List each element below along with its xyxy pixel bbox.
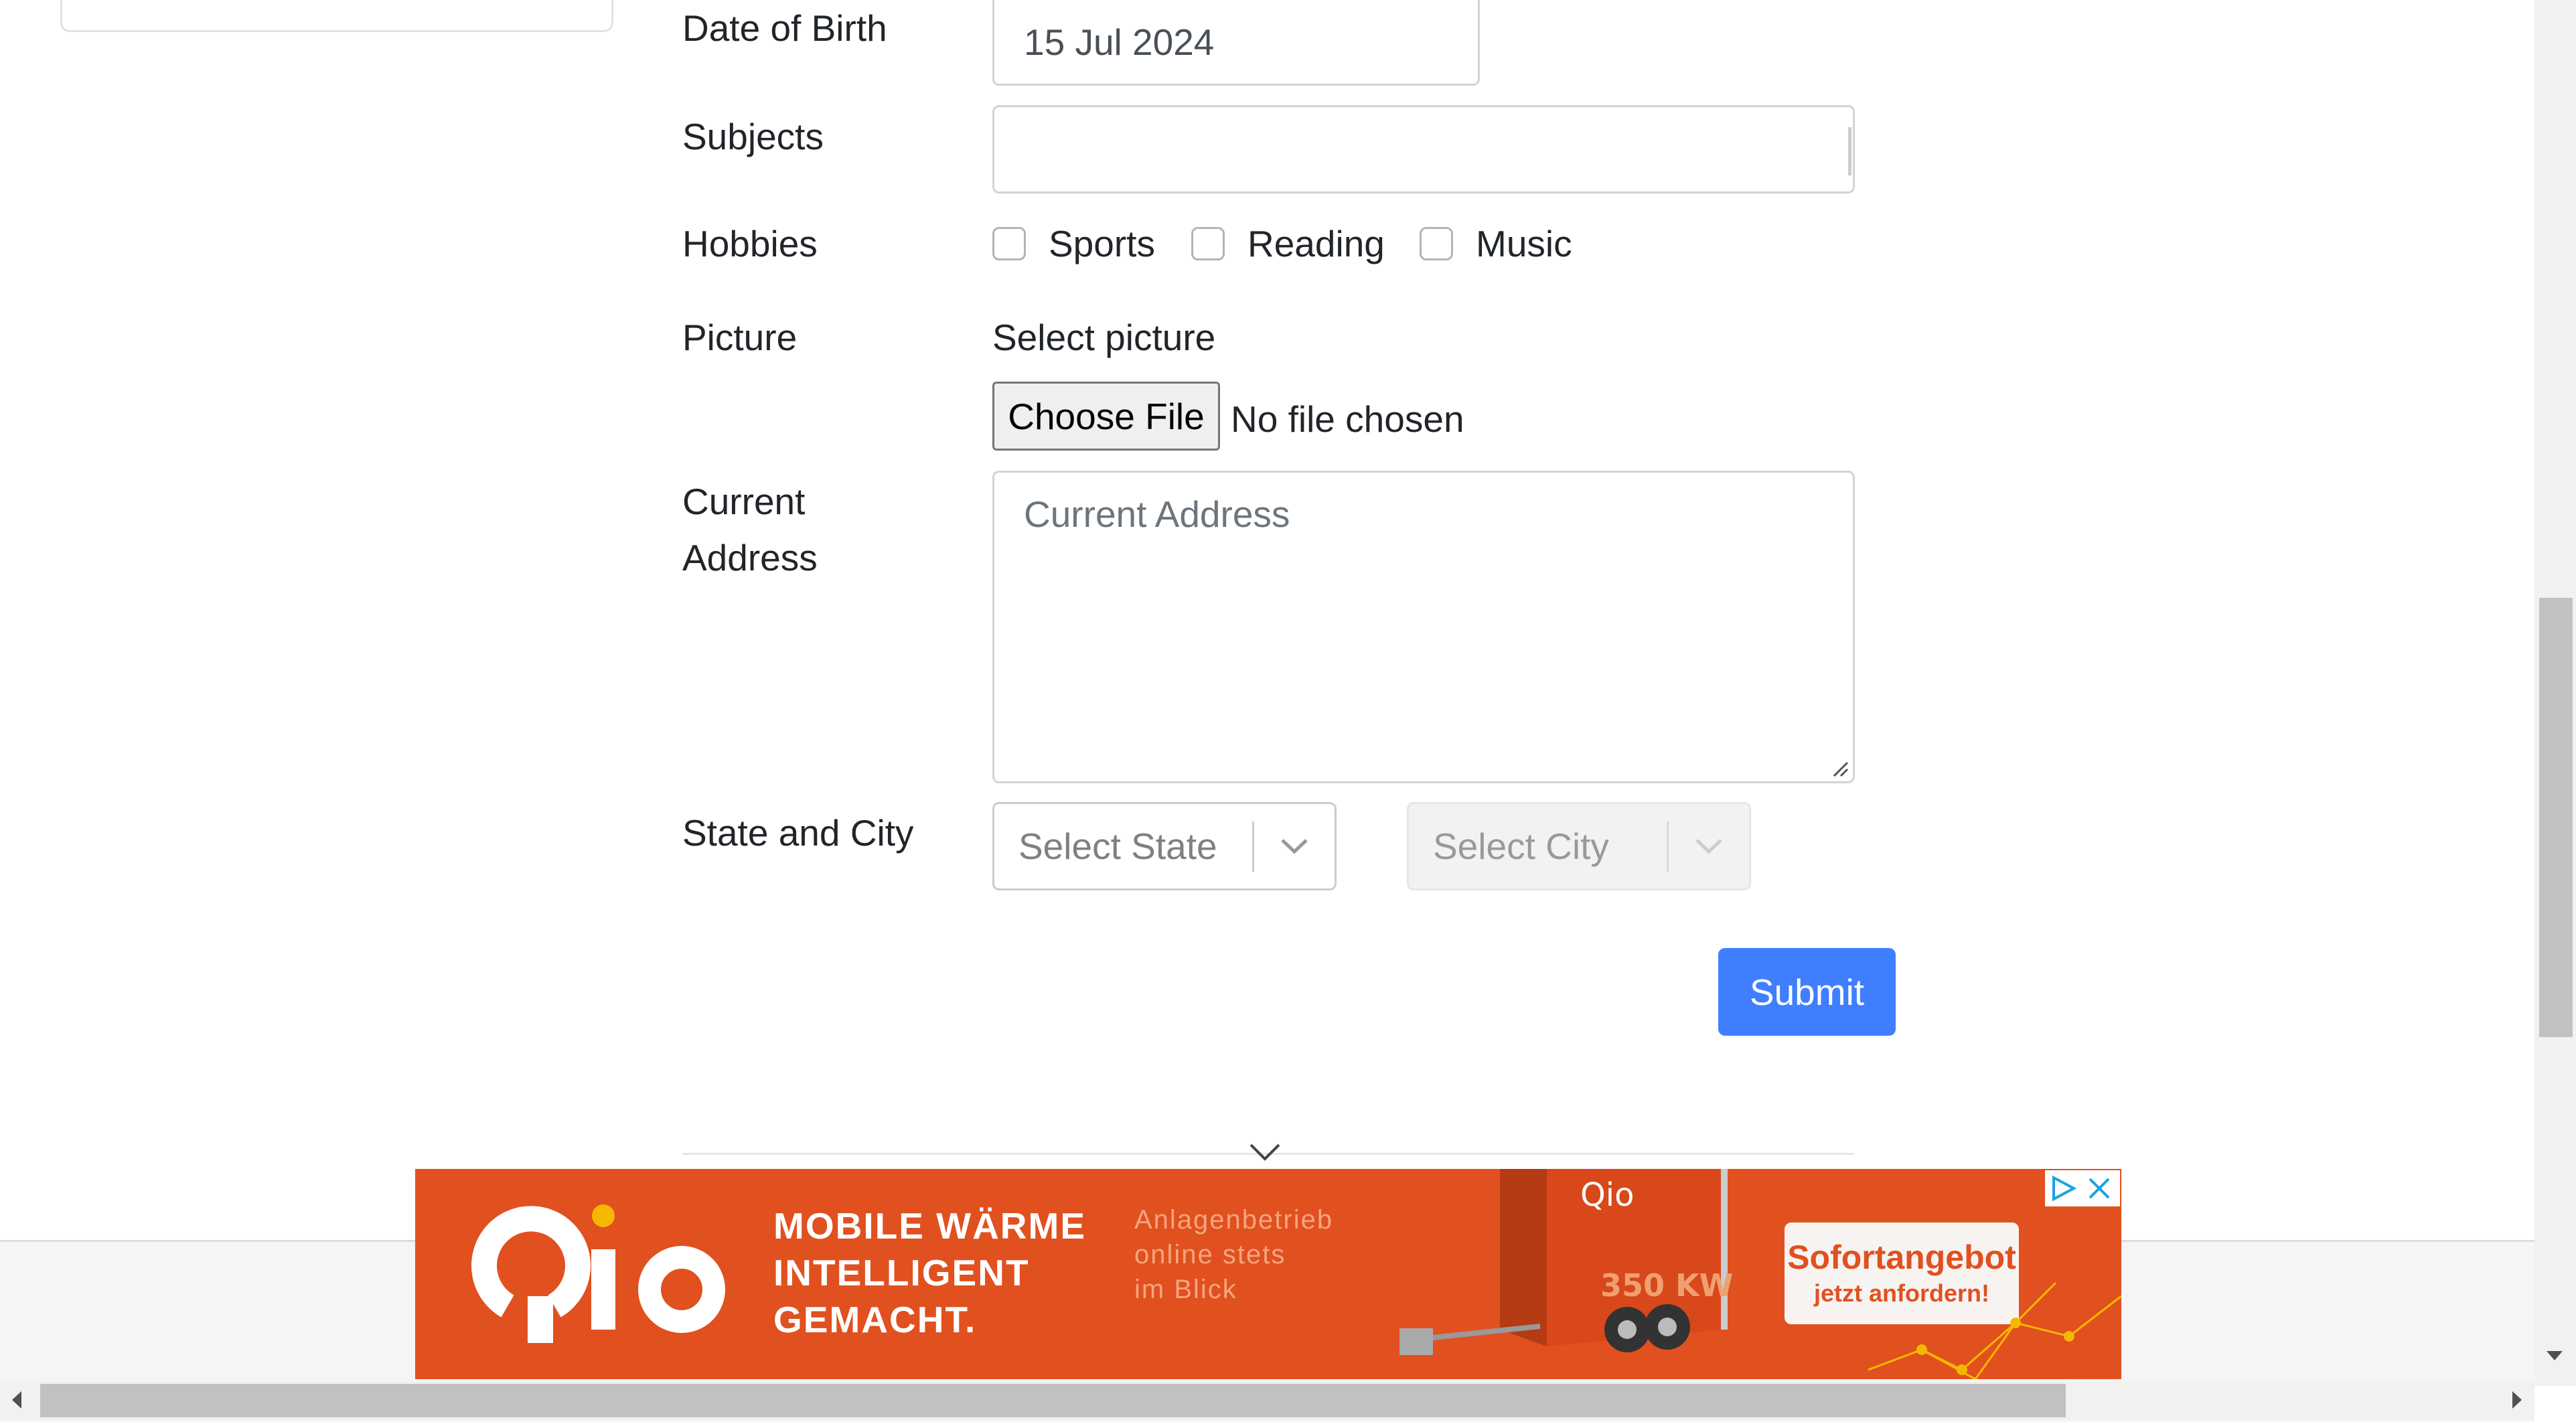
hobby-sports-label[interactable]: Sports [1049, 222, 1155, 265]
trailer-power-text: 350 KW [1600, 1267, 1733, 1304]
checkbox-box[interactable] [1191, 227, 1225, 260]
chevron-down-icon[interactable] [1254, 804, 1335, 888]
subjects-indicator [1848, 127, 1851, 175]
state-city-label: State and City [682, 812, 914, 854]
subjects-input[interactable] [992, 105, 1855, 193]
city-placeholder: Select City [1433, 825, 1609, 867]
file-status-text: No file chosen [1231, 398, 1464, 440]
ad-subline: Anlagenbetrieb online stets im Blick [1134, 1202, 1333, 1307]
state-select[interactable]: Select State [992, 802, 1337, 890]
hobbies-label: Hobbies [682, 223, 818, 264]
subjects-label: Subjects [682, 116, 824, 157]
scroll-left-arrow-icon[interactable] [9, 1389, 24, 1411]
chevron-down-icon[interactable] [1669, 804, 1749, 888]
checkbox-box[interactable] [992, 227, 1026, 260]
hobby-reading-label[interactable]: Reading [1247, 222, 1385, 265]
ad-choices-badge[interactable] [2045, 1170, 2120, 1206]
qio-logo-icon [471, 1204, 725, 1343]
vertical-scrollbar-thumb[interactable] [2539, 598, 2573, 1037]
ad-headline-line: INTELLIGENT [773, 1252, 1030, 1293]
ad-headline-line: MOBILE WÄRME [773, 1205, 1087, 1247]
ad-subline-line: online stets [1134, 1240, 1286, 1269]
ad-subline-line: im Blick [1134, 1275, 1237, 1304]
sidebar-panel [60, 0, 613, 32]
current-address-label-line2: Address [682, 537, 818, 578]
choose-file-button[interactable]: Choose File [992, 382, 1220, 451]
picture-label: Picture [682, 317, 798, 358]
trailer-brand-text: Qio [1580, 1176, 1634, 1214]
horizontal-scrollbar-thumb[interactable] [40, 1384, 2066, 1417]
hobby-reading-checkbox[interactable]: Reading [1191, 216, 1385, 272]
submit-button[interactable]: Submit [1718, 948, 1896, 1036]
state-placeholder: Select State [1018, 825, 1217, 867]
current-address-textarea[interactable]: Current Address [992, 471, 1855, 783]
ad-subline-line: Anlagenbetrieb [1134, 1205, 1334, 1235]
select-picture-text: Select picture [992, 317, 1216, 358]
adchoices-icon[interactable] [2045, 1170, 2081, 1206]
city-select[interactable]: Select City [1407, 802, 1751, 890]
network-lines-decoration [1868, 1281, 2121, 1379]
dob-value: 15 Jul 2024 [1024, 21, 1215, 63]
hobby-music-label[interactable]: Music [1476, 222, 1572, 265]
ad-headline-line: GEMACHT. [773, 1299, 977, 1340]
current-address-label-line1: Current [682, 481, 806, 522]
dob-input[interactable]: 15 Jul 2024 [992, 0, 1480, 86]
hobby-sports-checkbox[interactable]: Sports [992, 216, 1155, 272]
resize-handle-icon[interactable] [1829, 757, 1849, 777]
ad-close-icon[interactable] [2081, 1170, 2117, 1206]
heating-trailer-image: Qio 350 KW [1399, 1169, 1733, 1355]
ad-banner[interactable]: MOBILE WÄRME INTELLIGENT GEMACHT. Anlage… [415, 1169, 2121, 1379]
hobby-music-checkbox[interactable]: Music [1420, 216, 1572, 272]
current-address-placeholder: Current Address [1024, 493, 1290, 535]
checkbox-box[interactable] [1420, 227, 1453, 260]
ad-headline: MOBILE WÄRME INTELLIGENT GEMACHT. [773, 1202, 1086, 1343]
dob-label: Date of Birth [682, 7, 887, 49]
scroll-down-arrow-icon[interactable] [2545, 1349, 2565, 1362]
scroll-right-arrow-icon[interactable] [2510, 1389, 2524, 1411]
chevron-down-icon[interactable] [1248, 1143, 1282, 1162]
